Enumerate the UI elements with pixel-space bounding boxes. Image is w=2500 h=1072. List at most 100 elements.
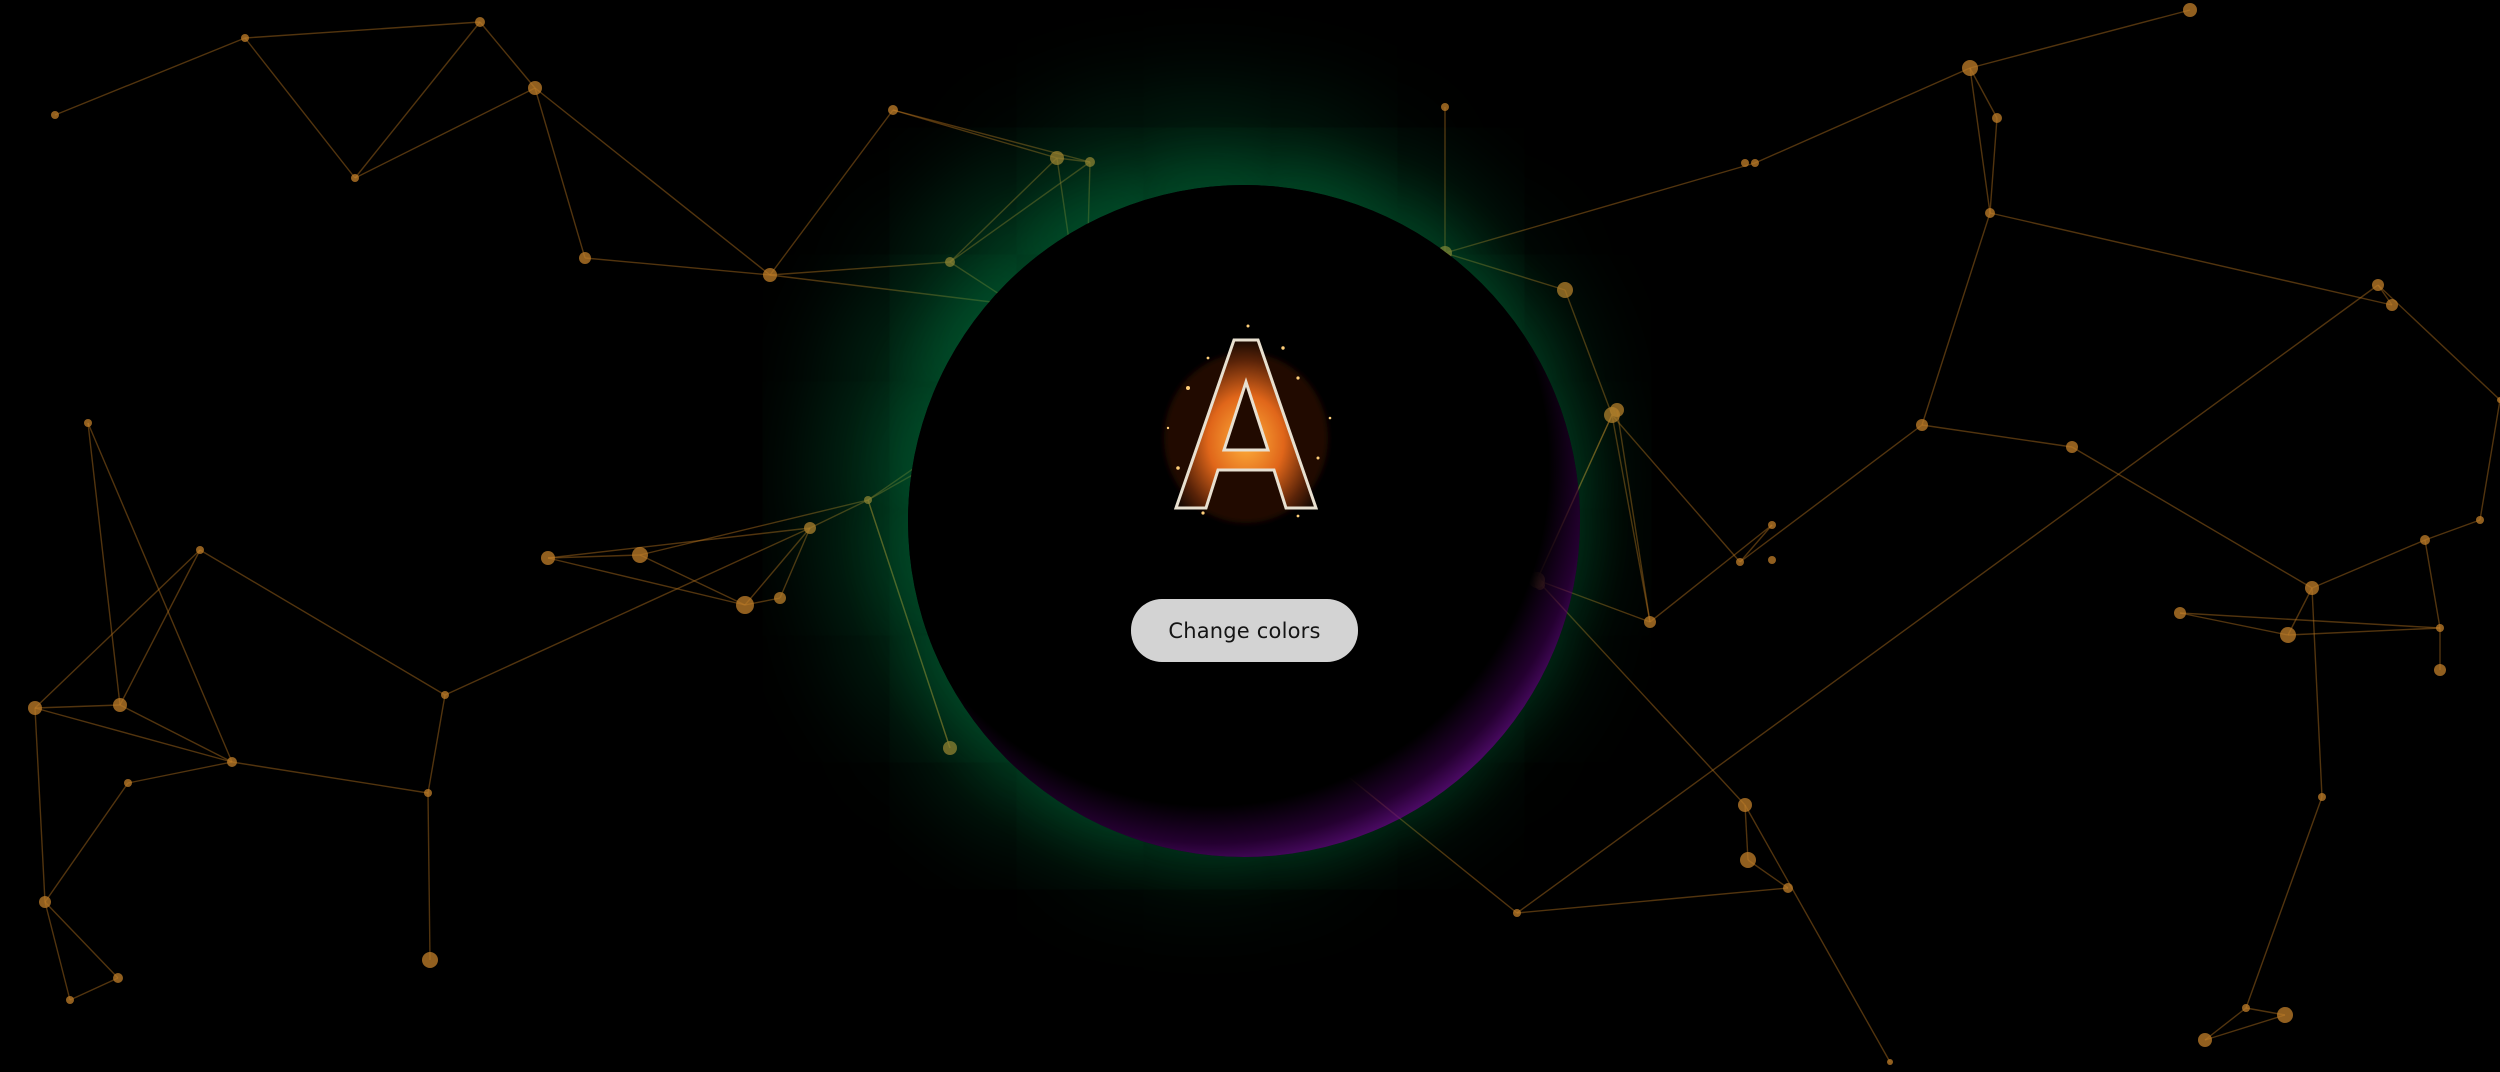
network-link bbox=[1754, 67, 1971, 164]
network-link bbox=[69, 977, 119, 1001]
network-link bbox=[119, 549, 201, 706]
network-link bbox=[354, 21, 481, 179]
network-link bbox=[584, 257, 771, 276]
network-link bbox=[639, 499, 869, 556]
network-node bbox=[1768, 521, 1776, 529]
network-node bbox=[424, 789, 432, 797]
network-link bbox=[444, 527, 811, 696]
network-node bbox=[2318, 793, 2326, 801]
network-link bbox=[127, 761, 233, 784]
network-link bbox=[1616, 409, 1651, 623]
network-node bbox=[1741, 159, 1749, 167]
network-node bbox=[2277, 1007, 2293, 1023]
network-node bbox=[2476, 516, 2484, 524]
network-link bbox=[427, 792, 431, 961]
network-link bbox=[354, 87, 536, 179]
network-link bbox=[1969, 9, 2191, 69]
network-link bbox=[44, 901, 71, 1001]
network-node bbox=[2242, 1004, 2250, 1012]
network-node bbox=[1768, 556, 1776, 564]
network-node bbox=[1085, 157, 1095, 167]
network-link bbox=[1989, 212, 2393, 306]
network-node bbox=[39, 896, 51, 908]
network-node bbox=[113, 698, 127, 712]
network-node bbox=[1557, 282, 1573, 298]
network-node bbox=[736, 596, 754, 614]
network-link bbox=[1611, 414, 1741, 563]
network-link bbox=[1444, 162, 1756, 254]
network-node bbox=[351, 174, 359, 182]
network-node bbox=[2305, 581, 2319, 595]
network-node bbox=[422, 952, 438, 968]
network-link bbox=[2479, 399, 2500, 521]
network-node bbox=[1985, 208, 1995, 218]
network-link bbox=[769, 109, 894, 276]
network-link bbox=[809, 499, 869, 529]
network-node bbox=[1050, 151, 1064, 165]
network-node bbox=[804, 522, 816, 534]
network-node bbox=[2436, 624, 2444, 632]
network-link bbox=[534, 87, 771, 276]
network-link bbox=[1739, 424, 1923, 563]
network-link bbox=[1611, 414, 1651, 623]
network-node bbox=[1740, 852, 1756, 868]
network-link bbox=[2245, 796, 2323, 1009]
network-link bbox=[1649, 524, 1773, 623]
network-node bbox=[2386, 299, 2398, 311]
network-node bbox=[763, 268, 777, 282]
network-node bbox=[1962, 60, 1978, 76]
network-link bbox=[2287, 627, 2441, 636]
network-node bbox=[28, 701, 42, 715]
network-node bbox=[84, 419, 92, 427]
network-node bbox=[1916, 419, 1928, 431]
network-node bbox=[1738, 798, 1752, 812]
network-link bbox=[34, 704, 121, 709]
network-node bbox=[1751, 159, 1759, 167]
network-node bbox=[528, 81, 542, 95]
network-link bbox=[2204, 1014, 2286, 1041]
network-node bbox=[241, 34, 249, 42]
network-link bbox=[244, 21, 481, 39]
network-link bbox=[1921, 424, 2073, 448]
network-link bbox=[2204, 1007, 2247, 1041]
network-node bbox=[2434, 664, 2446, 676]
network-link bbox=[34, 707, 46, 903]
network-node bbox=[113, 973, 123, 983]
network-link bbox=[231, 761, 429, 794]
network-node bbox=[2183, 3, 2197, 17]
network-node bbox=[2174, 607, 2186, 619]
network-node bbox=[888, 105, 898, 115]
network-link bbox=[769, 261, 951, 276]
network-node bbox=[196, 546, 204, 554]
network-link bbox=[54, 37, 246, 116]
network-link bbox=[1536, 579, 1746, 806]
network-node bbox=[441, 691, 449, 699]
network-node bbox=[475, 17, 485, 27]
network-node bbox=[1610, 403, 1624, 417]
change-colors-button[interactable]: Change colors bbox=[1131, 599, 1358, 662]
network-node bbox=[632, 547, 648, 563]
network-node bbox=[2372, 279, 2384, 291]
network-node bbox=[51, 111, 59, 119]
network-link bbox=[199, 549, 446, 696]
network-link bbox=[779, 527, 811, 599]
network-link bbox=[1744, 804, 1749, 861]
network-link bbox=[1516, 887, 1789, 914]
network-node bbox=[227, 757, 237, 767]
network-node bbox=[1736, 558, 1744, 566]
network-node bbox=[864, 496, 872, 504]
network-link bbox=[34, 707, 233, 763]
network-node bbox=[945, 257, 955, 267]
network-link bbox=[1739, 524, 1773, 563]
network-node bbox=[1441, 103, 1449, 111]
network-node bbox=[1783, 883, 1793, 893]
network-node bbox=[1992, 113, 2002, 123]
network-link bbox=[639, 554, 746, 606]
network-link bbox=[1564, 289, 1613, 416]
network-link bbox=[1744, 804, 1891, 1063]
network-link bbox=[547, 527, 811, 559]
network-link bbox=[44, 782, 129, 903]
network-node bbox=[774, 592, 786, 604]
network-link bbox=[119, 704, 233, 763]
network-link bbox=[44, 901, 119, 979]
